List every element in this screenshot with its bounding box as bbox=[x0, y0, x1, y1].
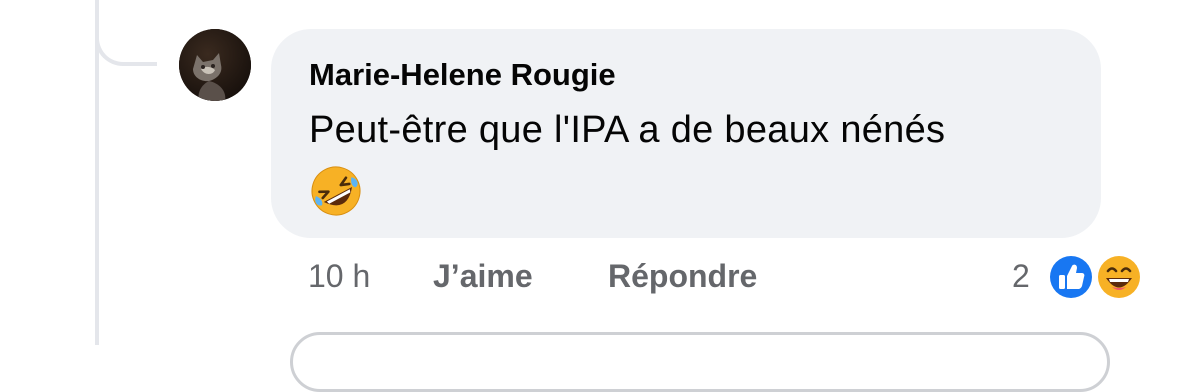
rolling-on-floor-laughing-emoji-icon bbox=[311, 166, 361, 216]
comment-bubble: Marie-Helene Rougie Peut-être que l'IPA … bbox=[271, 29, 1101, 238]
comment-text: Peut-être que l'IPA a de beaux nénés bbox=[309, 109, 946, 151]
like-button[interactable]: J’aime bbox=[433, 258, 533, 295]
comment-timestamp[interactable]: 10 h bbox=[308, 258, 370, 295]
like-reaction-icon bbox=[1047, 253, 1095, 301]
comment-author-name[interactable]: Marie-Helene Rougie bbox=[309, 57, 616, 93]
cat-photo-icon bbox=[179, 29, 251, 101]
reply-input[interactable] bbox=[290, 332, 1110, 392]
reply-button[interactable]: Répondre bbox=[608, 258, 757, 295]
thread-connector bbox=[95, 0, 157, 66]
haha-reaction-icon bbox=[1095, 253, 1143, 301]
reaction-count[interactable]: 2 bbox=[1012, 258, 1030, 295]
reaction-icons[interactable] bbox=[1046, 251, 1146, 303]
avatar[interactable] bbox=[179, 29, 251, 101]
